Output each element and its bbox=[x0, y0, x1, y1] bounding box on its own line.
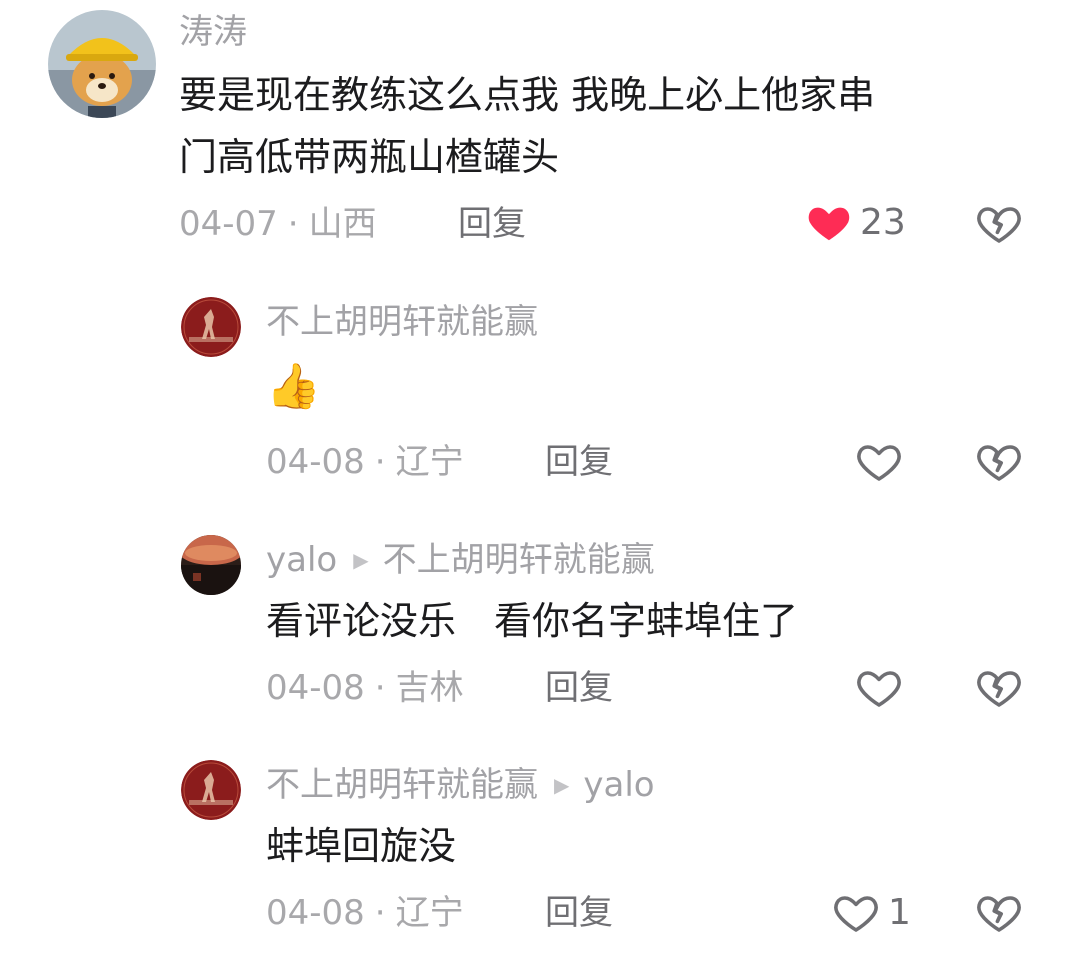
reply-target-name[interactable]: yalo bbox=[583, 765, 654, 805]
meta-separator: · bbox=[374, 442, 386, 482]
dislike-button[interactable] bbox=[975, 664, 1023, 716]
reply-item: 不上胡明轩就能赢 ▶ yalo 蚌埠回旋没 04-08 · 辽宁 回复 1 bbox=[0, 743, 1080, 963]
reply-region: 辽宁 bbox=[395, 442, 464, 482]
broken-heart-icon bbox=[977, 671, 1021, 707]
reply-author-name[interactable]: 不上胡明轩就能赢 bbox=[266, 765, 538, 805]
reply-button[interactable]: 回复 bbox=[545, 442, 613, 482]
broken-heart-icon bbox=[977, 445, 1021, 481]
heart-icon bbox=[808, 207, 850, 241]
dislike-button[interactable] bbox=[975, 438, 1023, 490]
reply-text: 👍 bbox=[266, 361, 321, 412]
heart-outline-icon bbox=[834, 896, 878, 932]
heart-outline-icon bbox=[857, 445, 901, 481]
reply-date: 04-08 bbox=[266, 668, 365, 708]
reply-button[interactable]: 回复 bbox=[545, 893, 613, 933]
reply-date: 04-08 bbox=[266, 442, 365, 482]
triangle-right-icon: ▶ bbox=[353, 548, 369, 572]
comment-region: 山西 bbox=[308, 204, 377, 244]
comment-text-line-2: 门高低带两瓶山楂罐头 bbox=[179, 135, 560, 179]
reply-target-name[interactable]: 不上胡明轩就能赢 bbox=[383, 540, 655, 580]
sunset-avatar-image bbox=[181, 535, 241, 595]
reply-author: yalo ▶ 不上胡明轩就能赢 bbox=[266, 540, 655, 580]
triangle-right-icon: ▶ bbox=[554, 773, 570, 797]
like-count: 23 bbox=[860, 202, 906, 243]
reply-region: 辽宁 bbox=[395, 893, 464, 933]
broken-heart-icon bbox=[977, 896, 1021, 932]
avatar[interactable] bbox=[48, 10, 156, 118]
like-button[interactable] bbox=[855, 438, 911, 486]
like-button[interactable] bbox=[855, 664, 911, 712]
reply-button[interactable]: 回复 bbox=[458, 204, 526, 244]
comment-author[interactable]: 涛涛 bbox=[179, 12, 247, 52]
meta-separator: · bbox=[374, 893, 386, 933]
meta-separator: · bbox=[287, 204, 299, 244]
avatar[interactable] bbox=[181, 760, 241, 820]
dislike-button[interactable] bbox=[975, 889, 1023, 941]
red-emblem-avatar-image bbox=[181, 297, 241, 357]
dislike-button[interactable] bbox=[975, 200, 1023, 252]
reply-item: yalo ▶ 不上胡明轩就能赢 看评论没乐 看你名字蚌埠住了 04-08 · 吉林 回复 bbox=[0, 518, 1080, 738]
comment-thread: 涛涛 要是现在教练这么点我 我晚上必上他家串 门高低带两瓶山楂罐头 04-07 ·… bbox=[0, 0, 1080, 969]
like-count: 1 bbox=[888, 892, 911, 933]
reply-meta: 04-08 · 吉林 bbox=[266, 668, 464, 708]
reply-button[interactable]: 回复 bbox=[545, 668, 613, 708]
avatar[interactable] bbox=[181, 297, 241, 357]
comment-item: 涛涛 要是现在教练这么点我 我晚上必上他家串 门高低带两瓶山楂罐头 04-07 ·… bbox=[0, 0, 1080, 260]
comment-text-line-1: 要是现在教练这么点我 我晚上必上他家串 bbox=[179, 73, 876, 117]
reply-item: 不上胡明轩就能赢 👍 04-08 · 辽宁 回复 bbox=[0, 280, 1080, 500]
avatar[interactable] bbox=[181, 535, 241, 595]
reply-text: 看评论没乐 看你名字蚌埠住了 bbox=[266, 599, 799, 643]
reply-meta: 04-08 · 辽宁 bbox=[266, 442, 464, 482]
comment-meta: 04-07 · 山西 bbox=[179, 204, 377, 244]
reply-region: 吉林 bbox=[395, 668, 464, 708]
like-button[interactable]: 1 bbox=[832, 889, 911, 937]
reply-text: 蚌埠回旋没 bbox=[266, 824, 457, 868]
like-button[interactable]: 23 bbox=[806, 200, 906, 246]
meta-separator: · bbox=[374, 668, 386, 708]
broken-heart-icon bbox=[977, 207, 1021, 243]
comment-date: 04-07 bbox=[179, 204, 278, 244]
red-emblem-avatar-image bbox=[181, 760, 241, 820]
reply-author-name[interactable]: yalo bbox=[266, 540, 337, 580]
shiba-avatar-image bbox=[48, 10, 156, 118]
reply-author: 不上胡明轩就能赢 ▶ yalo bbox=[266, 765, 655, 805]
heart-outline-icon bbox=[857, 671, 901, 707]
reply-meta: 04-08 · 辽宁 bbox=[266, 893, 464, 933]
reply-date: 04-08 bbox=[266, 893, 365, 933]
reply-author[interactable]: 不上胡明轩就能赢 bbox=[266, 302, 538, 342]
